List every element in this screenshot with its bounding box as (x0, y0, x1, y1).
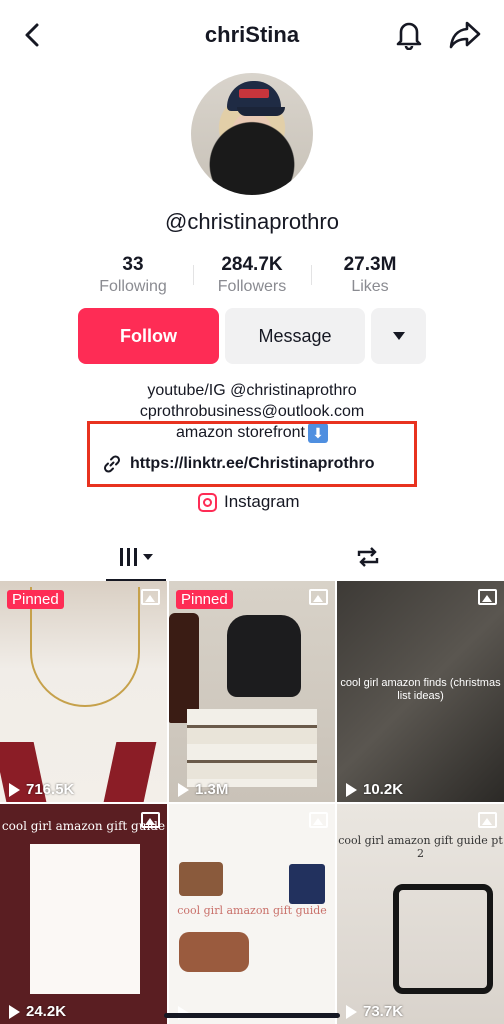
photo-mode-icon (478, 812, 497, 828)
likes-count: 27.3M (343, 254, 397, 275)
play-icon (9, 782, 20, 797)
page-title: chriStina (204, 22, 300, 47)
home-indicator (164, 1013, 340, 1018)
video-tile[interactable]: cool girl amazon gift guide 24.2K (0, 804, 167, 1024)
more-options-button[interactable] (371, 308, 426, 364)
video-tile[interactable]: cool girl amazon gift guide (169, 804, 335, 1024)
photo-mode-icon (478, 589, 497, 605)
view-count-text: 73.7K (363, 1003, 404, 1020)
glasses-graphic (393, 884, 493, 994)
followers-count: 284.7K (221, 254, 283, 275)
view-count-text: 716.5K (26, 781, 75, 798)
view-count: 1.3M (178, 781, 228, 798)
product-graphic (179, 932, 249, 972)
video-caption: cool girl amazon finds (christmas list i… (340, 677, 501, 702)
shirt-letter-graphic (103, 742, 157, 802)
kettle-graphic (227, 615, 301, 697)
message-button[interactable]: Message (225, 308, 365, 364)
following-count: 33 (122, 254, 144, 275)
play-icon (346, 782, 357, 797)
following-label: Following (99, 278, 167, 295)
product-graphic (289, 864, 325, 904)
view-count-text: 10.2K (363, 781, 404, 798)
video-tile[interactable]: cool girl amazon gift guide pt 2 73.7K (337, 804, 504, 1024)
play-icon (346, 1004, 357, 1019)
view-count: 24.2K (9, 1003, 66, 1020)
photo-mode-icon (141, 589, 160, 605)
view-count-text: 1.3M (195, 781, 229, 798)
stats-row: 33 Following 284.7K Followers 27.3M Like… (0, 254, 504, 302)
caret-down-icon (142, 554, 153, 560)
bio-line: youtube/IG @christinaprothro (147, 382, 357, 399)
top-bar: chriStina (0, 0, 504, 72)
stat-likes[interactable]: 27.3M Likes (310, 254, 430, 298)
view-count: 73.7K (346, 1003, 403, 1020)
video-tile[interactable]: cool girl amazon finds (christmas list i… (337, 581, 504, 802)
grid-icon (119, 548, 137, 566)
avatar[interactable] (191, 73, 313, 195)
share-arrow-icon[interactable] (448, 18, 482, 50)
avatar-cap-logo (239, 89, 269, 98)
bio-link[interactable]: https://linktr.ee/Christinaprothro (102, 454, 374, 474)
product-graphic (179, 862, 223, 896)
tab-videos[interactable] (106, 533, 166, 581)
content-tabs (0, 533, 504, 581)
follow-button[interactable]: Follow (78, 308, 219, 364)
photo-mode-icon (309, 589, 328, 605)
video-grid: Pinned 716.5K Pinned 1.3M cool girl amaz… (0, 581, 504, 1024)
books-graphic (187, 709, 317, 787)
video-caption: cool girl amazon gift guide pt 2 (338, 834, 503, 860)
repost-icon[interactable] (354, 543, 382, 571)
gift-guide-collage (30, 844, 140, 994)
pinned-badge: Pinned (176, 590, 233, 609)
link-icon (103, 455, 121, 473)
video-caption: cool girl amazon gift guide (177, 904, 327, 917)
stat-following[interactable]: 33 Following (73, 254, 193, 298)
photo-mode-icon (309, 812, 328, 828)
view-count: 716.5K (9, 781, 74, 798)
video-tile[interactable]: Pinned 1.3M (169, 581, 335, 802)
caret-down-icon (392, 332, 405, 340)
play-icon (9, 1004, 20, 1019)
pinned-badge: Pinned (7, 590, 64, 609)
username: @christinaprothro (165, 209, 339, 234)
video-tile[interactable]: Pinned 716.5K (0, 581, 167, 802)
instagram-label: Instagram (224, 492, 300, 511)
stat-followers[interactable]: 284.7K Followers (192, 254, 312, 298)
avatar-cap-brim (237, 107, 285, 116)
bell-icon[interactable] (394, 18, 424, 50)
bio-email: cprothrobusiness@outlook.com (139, 403, 365, 420)
bio-link-url: https://linktr.ee/Christinaprothro (130, 455, 375, 472)
followers-label: Followers (217, 278, 287, 295)
instagram-link[interactable]: Instagram (198, 492, 300, 512)
view-count: 10.2K (346, 781, 403, 798)
instagram-icon (198, 492, 217, 512)
photo-mode-icon (141, 812, 160, 828)
bottle-graphic (169, 613, 199, 723)
likes-label: Likes (351, 278, 389, 295)
play-icon (178, 782, 189, 797)
view-count-text: 24.2K (26, 1003, 67, 1020)
